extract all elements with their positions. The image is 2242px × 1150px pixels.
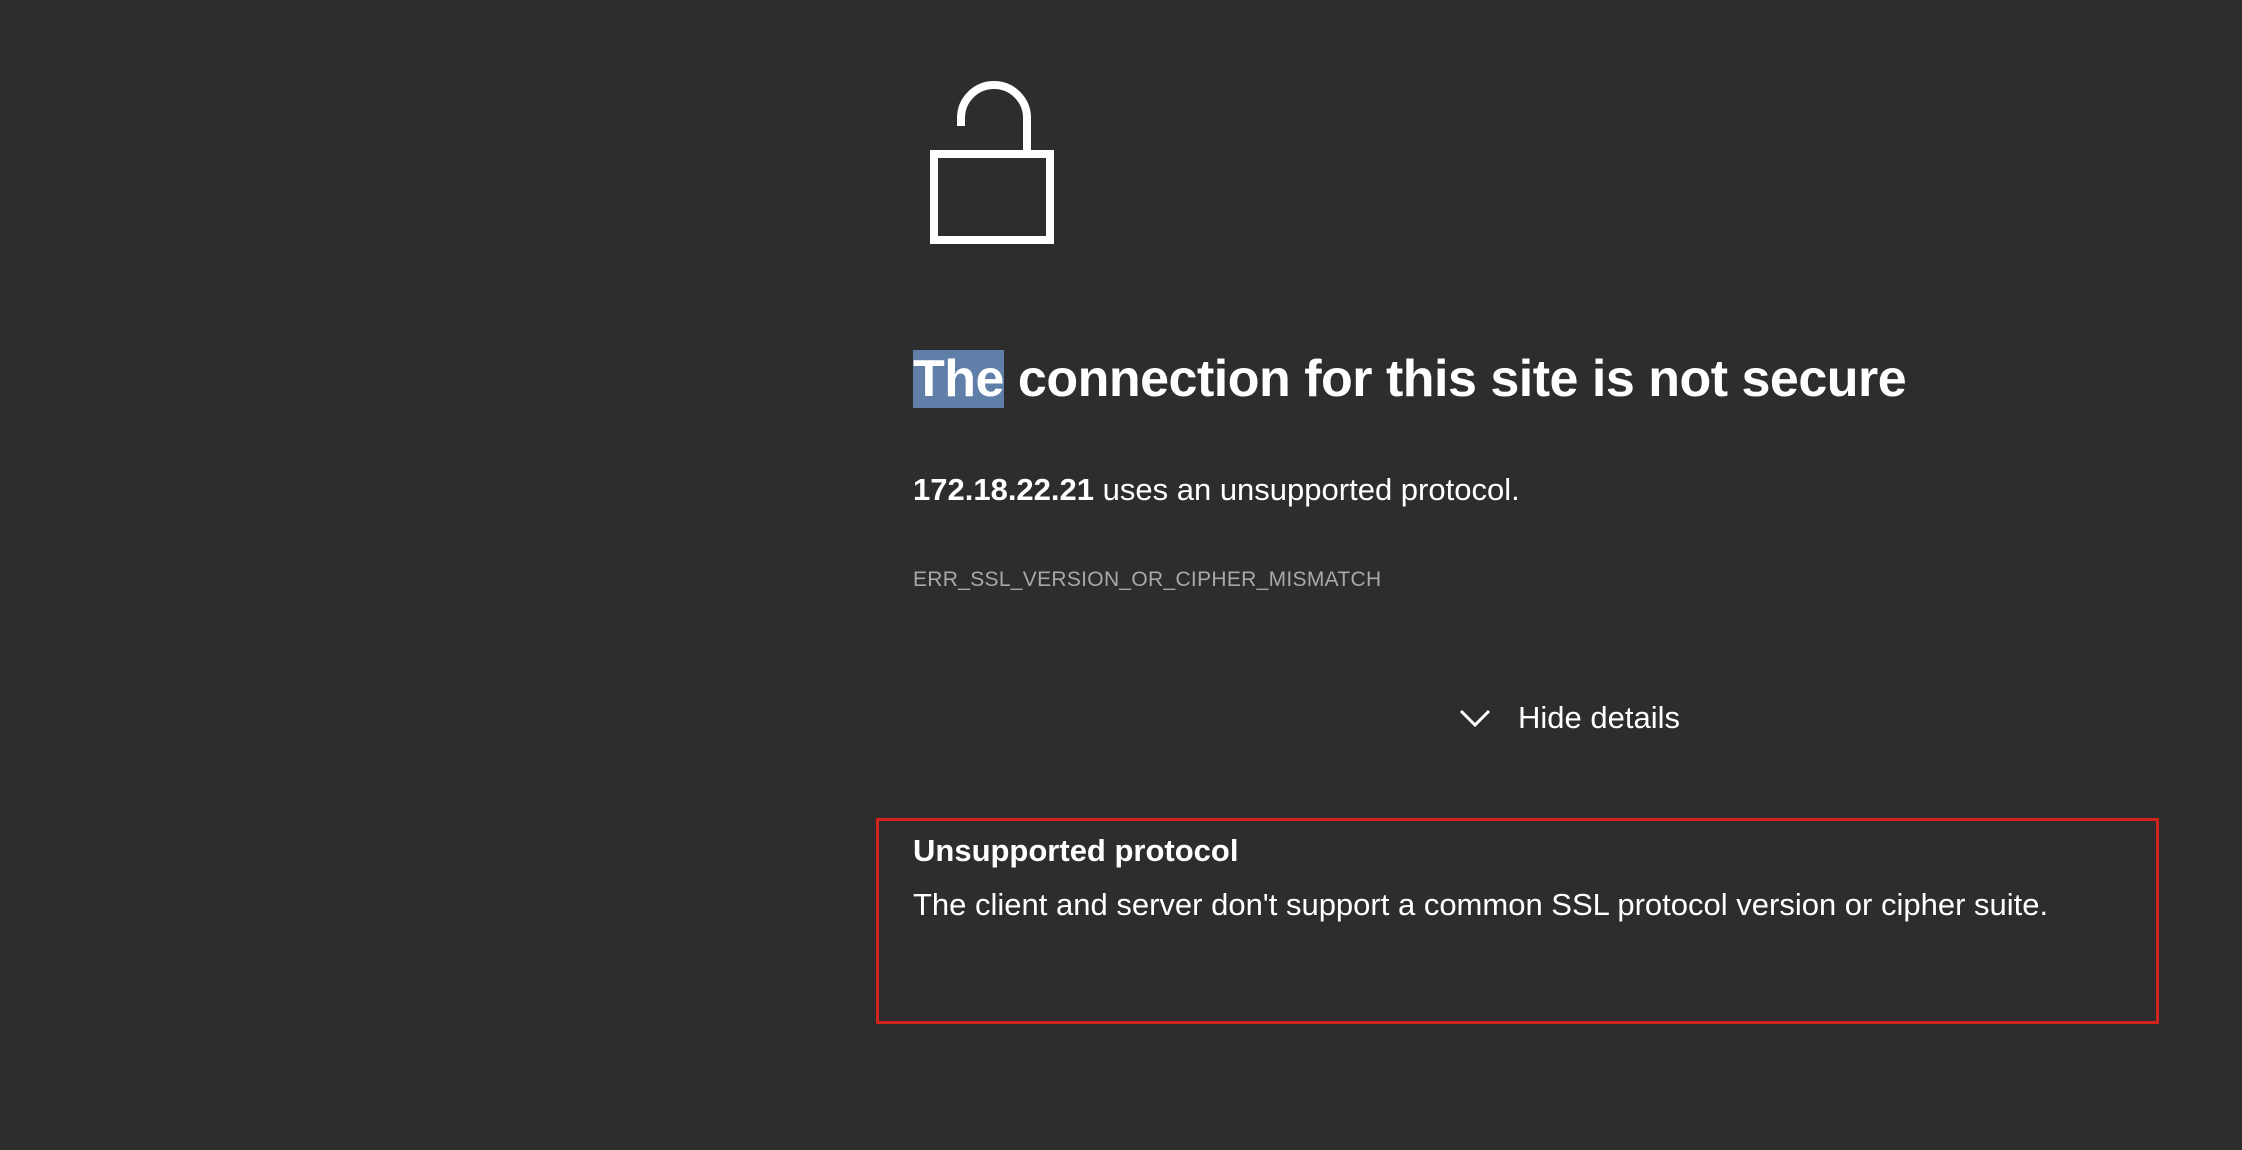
host-address: 172.18.22.21	[913, 472, 1095, 507]
error-summary: 172.18.22.21 uses an unsupported protoco…	[913, 470, 1520, 510]
selected-text: The	[913, 350, 1004, 408]
page-title-text: connection for this site is not secure	[1003, 350, 1907, 408]
error-page: The connection for this site is not secu…	[0, 0, 2242, 1150]
error-code: ERR_SSL_VERSION_OR_CIPHER_MISMATCH	[913, 568, 1382, 591]
details-body: The client and server don't support a co…	[913, 887, 2049, 922]
unlocked-padlock-icon	[930, 81, 1054, 244]
hide-details-button[interactable]: Hide details	[1458, 700, 1680, 736]
details-title: Unsupported protocol	[913, 833, 1239, 868]
chevron-down-icon	[1459, 709, 1491, 728]
error-summary-text: uses an unsupported protocol.	[1094, 472, 1520, 507]
page-title: The connection for this site is not secu…	[913, 342, 1907, 416]
hide-details-label: Hide details	[1518, 700, 1680, 735]
